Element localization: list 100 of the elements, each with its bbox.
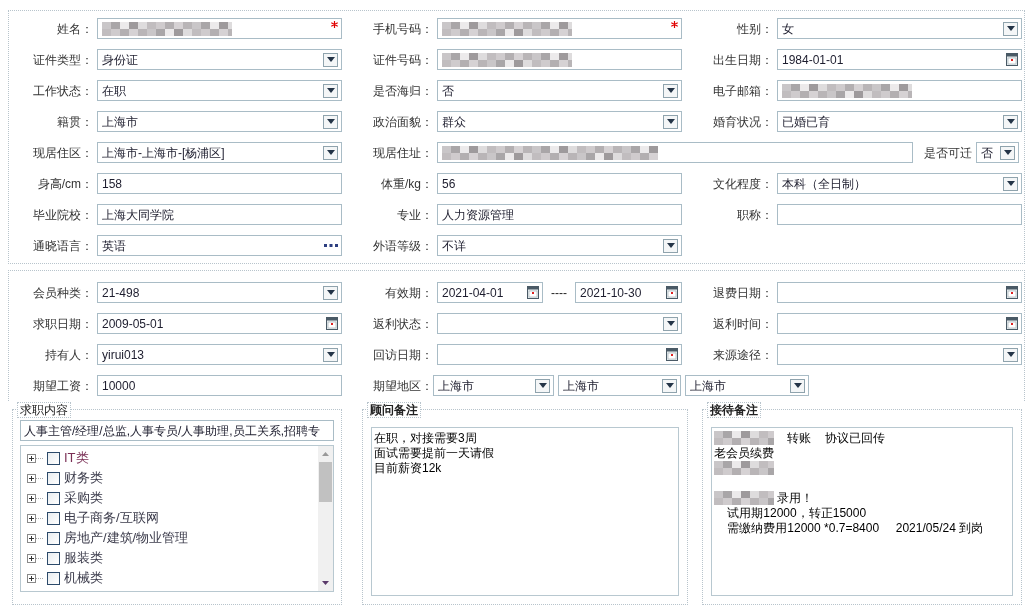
select-field[interactable]: 身份证 [97, 49, 342, 70]
scrollbar-thumb[interactable] [319, 462, 332, 502]
calendar-icon[interactable] [527, 286, 539, 299]
note-text: 试用期12000，转正15000 [726, 506, 867, 521]
checkbox[interactable] [47, 471, 60, 485]
input-field[interactable] [777, 80, 1022, 101]
date-field[interactable]: 2009-05-01 [97, 313, 342, 334]
expand-icon[interactable] [27, 533, 43, 543]
field-label: 是否可迁 [923, 144, 973, 162]
ellipsis-icon[interactable] [324, 244, 338, 247]
dropdown-button[interactable] [1000, 145, 1015, 160]
calendar-icon[interactable] [666, 286, 678, 299]
date-field[interactable]: 2021-10-30 [575, 282, 682, 303]
select-field[interactable]: 女 [777, 18, 1022, 39]
input-field[interactable]: 56 [437, 173, 682, 194]
select-field[interactable] [777, 344, 1022, 365]
date-field[interactable] [777, 282, 1022, 303]
calendar-icon[interactable] [1006, 317, 1018, 330]
lookup-field[interactable]: 英语 [97, 235, 342, 256]
calendar-icon[interactable] [1006, 53, 1018, 66]
input-field[interactable]: 人事主管/经理/总监,人事专员/人事助理,员工关系,招聘专 [20, 420, 334, 441]
input-field[interactable]: 10000 [97, 375, 342, 396]
dropdown-button[interactable] [323, 114, 338, 129]
note-text: 转账 协议已回传 [786, 431, 885, 446]
select-field[interactable]: 上海市 [433, 375, 554, 396]
note-text: 需缴纳费用12000 *0.7=8400 2021/05/24 到岗 [726, 521, 984, 536]
dropdown-button[interactable] [663, 316, 678, 331]
checkbox[interactable] [47, 491, 60, 505]
dropdown-button[interactable] [662, 378, 677, 393]
date-field[interactable]: 2021-04-01 [437, 282, 543, 303]
select-field[interactable] [437, 313, 682, 334]
expand-icon[interactable] [27, 453, 43, 463]
date-field[interactable] [777, 313, 1022, 334]
dropdown-button[interactable] [323, 347, 338, 362]
tree-item[interactable]: 采购类 [64, 488, 103, 508]
tree-item[interactable]: 机械类 [64, 568, 103, 588]
dropdown-button[interactable] [1003, 21, 1018, 36]
select-field[interactable]: yirui013 [97, 344, 342, 365]
checkbox[interactable] [47, 551, 60, 565]
checkbox[interactable] [47, 571, 60, 585]
input-field[interactable]: 上海大同学院 [97, 204, 342, 225]
input-field[interactable] [437, 49, 682, 70]
dropdown-button[interactable] [1003, 176, 1018, 191]
field-label: 通晓语言： [32, 237, 94, 255]
dropdown-button[interactable] [663, 114, 678, 129]
group-title: 接待备注 [707, 402, 761, 418]
expand-icon[interactable] [27, 513, 43, 523]
select-field[interactable]: 群众 [437, 111, 682, 132]
field-label: 性别： [736, 20, 774, 38]
input-field[interactable] [437, 18, 682, 39]
tree-item[interactable]: 财务类 [64, 468, 103, 488]
select-field[interactable]: 本科（全日制） [777, 173, 1022, 194]
expand-icon[interactable] [27, 573, 43, 583]
select-field[interactable]: 不详 [437, 235, 682, 256]
tree-item[interactable]: 房地产/建筑/物业管理 [64, 528, 189, 548]
tree-item[interactable]: 服装类 [64, 548, 103, 568]
notes-textarea[interactable]: 在职，对接需要3周 面试需要提前一天请假 目前薪资12k [371, 427, 679, 596]
notes-textarea[interactable]: 转账 协议已回传 老会员续费 录用！ 试用期12000，转正15000 需缴纳费用12000 *0.7=8400 2021/05/24 到岗 [711, 427, 1013, 596]
dropdown-button[interactable] [1003, 114, 1018, 129]
checkbox[interactable] [47, 451, 60, 465]
dropdown-button[interactable] [323, 145, 338, 160]
field-label: 来源途径： [712, 346, 774, 364]
checkbox[interactable] [47, 511, 60, 525]
dropdown-button[interactable] [323, 83, 338, 98]
calendar-icon[interactable] [1006, 286, 1018, 299]
tree-item[interactable]: IT类 [64, 448, 89, 468]
checkbox[interactable] [47, 531, 60, 545]
select-field[interactable]: 否 [976, 142, 1019, 163]
scroll-down-icon[interactable] [322, 581, 329, 585]
dropdown-button[interactable] [323, 52, 338, 67]
scrollbar[interactable] [318, 446, 333, 591]
dropdown-button[interactable] [1003, 347, 1018, 362]
expand-icon[interactable] [27, 553, 43, 563]
dropdown-button[interactable] [323, 285, 338, 300]
calendar-icon[interactable] [326, 317, 338, 330]
select-field[interactable]: 已婚已育 [777, 111, 1022, 132]
expand-icon[interactable] [27, 493, 43, 503]
select-field[interactable]: 否 [437, 80, 682, 101]
input-field[interactable] [777, 204, 1022, 225]
input-field[interactable]: 158 [97, 173, 342, 194]
select-field[interactable]: 上海市-上海市-[杨浦区] [97, 142, 342, 163]
input-field[interactable]: 人力资源管理 [437, 204, 682, 225]
expand-icon[interactable] [27, 473, 43, 483]
select-field[interactable]: 21-498 [97, 282, 342, 303]
dropdown-button[interactable] [663, 238, 678, 253]
field-label: 电子邮箱： [712, 82, 774, 100]
date-field[interactable]: 1984-01-01 [777, 49, 1022, 70]
calendar-icon[interactable] [666, 348, 678, 361]
dropdown-button[interactable] [790, 378, 805, 393]
date-field[interactable] [437, 344, 682, 365]
input-field[interactable] [97, 18, 342, 39]
select-field[interactable]: 上海市 [97, 111, 342, 132]
select-field[interactable]: 上海市 [558, 375, 681, 396]
field-label: 回访日期： [372, 346, 434, 364]
dropdown-button[interactable] [535, 378, 550, 393]
dropdown-button[interactable] [663, 83, 678, 98]
select-field[interactable]: 在职 [97, 80, 342, 101]
tree-item[interactable]: 电子商务/互联网 [64, 508, 159, 528]
select-field[interactable]: 上海市 [685, 375, 809, 396]
input-field[interactable] [437, 142, 913, 163]
